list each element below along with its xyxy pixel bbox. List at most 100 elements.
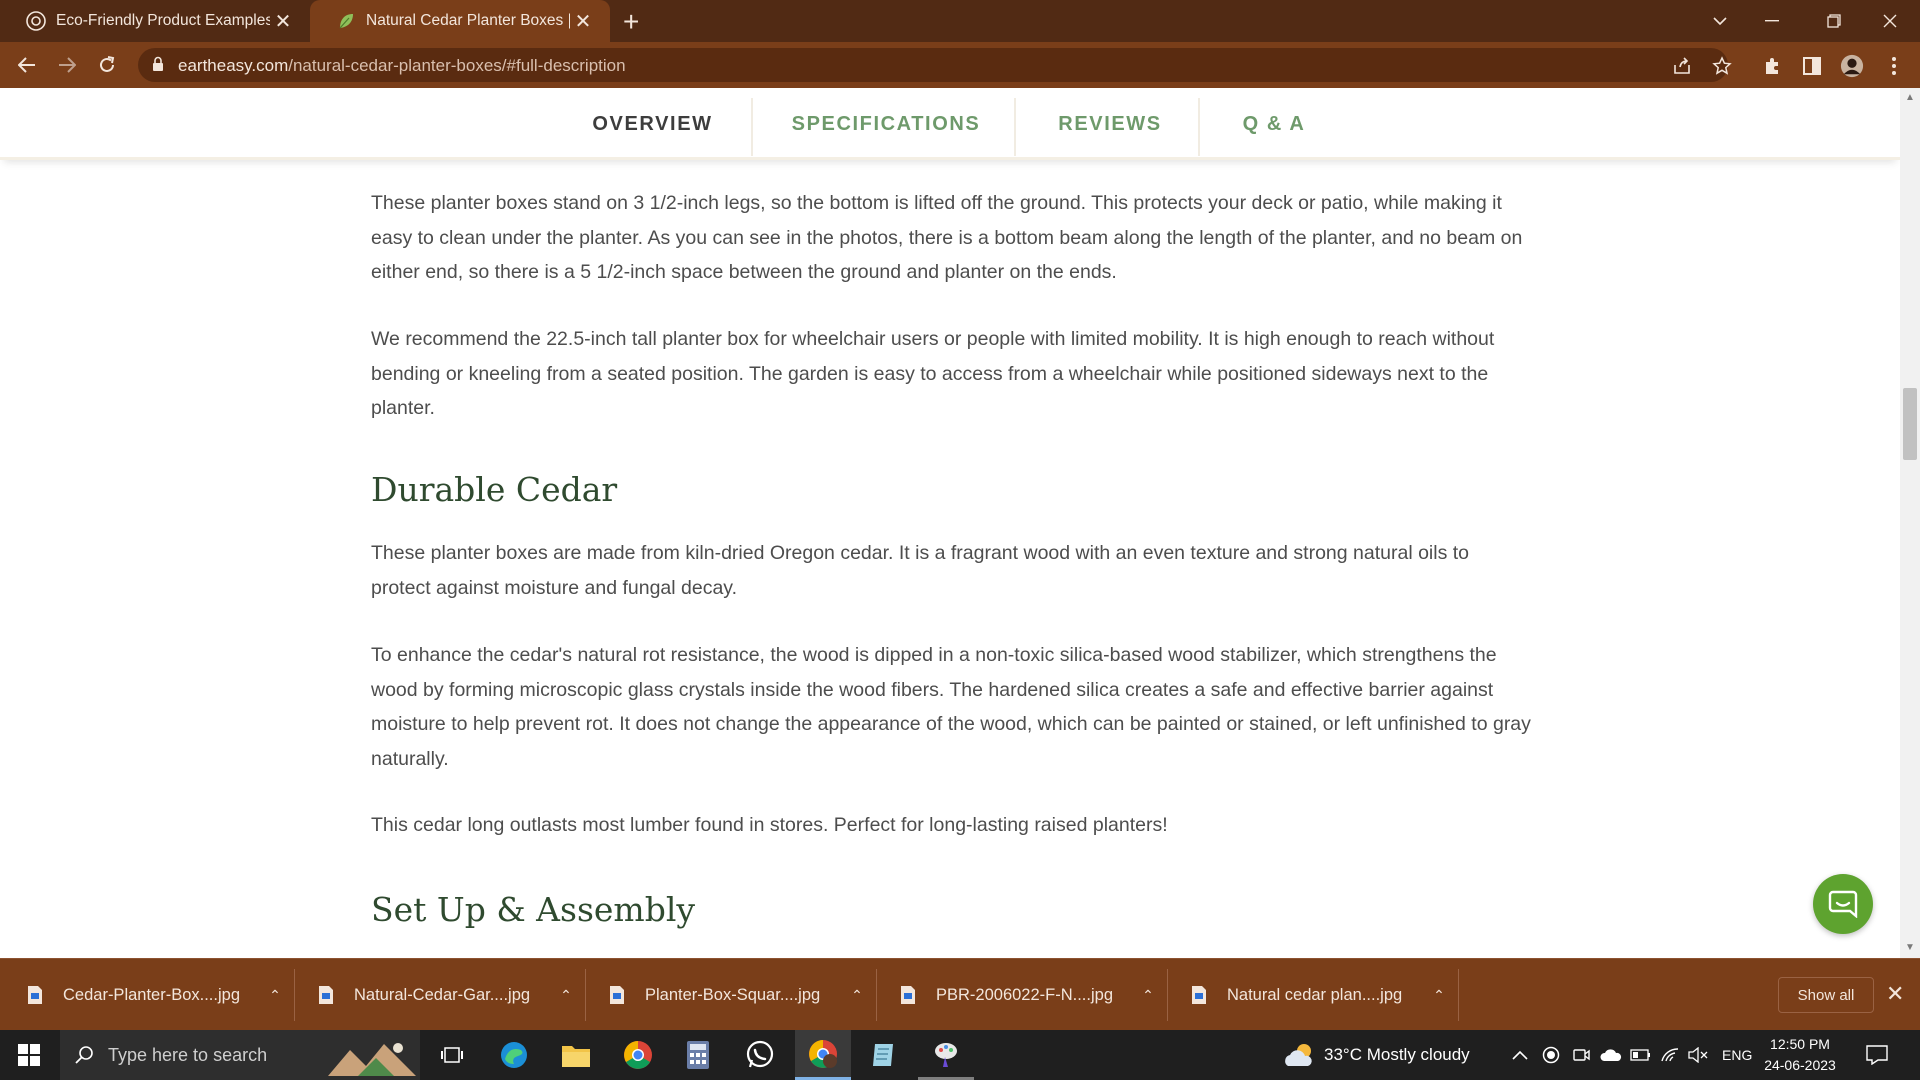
url-domain: eartheasy.com: [178, 56, 289, 75]
tab-overview[interactable]: OVERVIEW: [575, 88, 730, 160]
profile-avatar[interactable]: [1840, 54, 1864, 78]
chat-button[interactable]: [1813, 874, 1873, 934]
new-tab-button[interactable]: +: [623, 6, 639, 38]
scrollbar-thumb[interactable]: [1903, 388, 1917, 460]
description-paragraph: This cedar long outlasts most lumber fou…: [371, 814, 1168, 836]
download-filename: Planter-Box-Squar....jpg: [645, 985, 821, 1004]
description-paragraph: We recommend the 22.5-inch tall planter …: [371, 328, 1495, 419]
weather-text: 33°C Mostly cloudy: [1324, 1045, 1470, 1064]
side-panel-icon[interactable]: [1800, 54, 1824, 78]
chevron-up-icon[interactable]: ⌃: [1429, 987, 1449, 1004]
download-filename: PBR-2006022-F-N....jpg: [936, 985, 1113, 1004]
download-filename: Natural cedar plan....jpg: [1227, 985, 1403, 1004]
search-placeholder: Type here to search: [108, 1044, 268, 1065]
close-window-icon[interactable]: [1860, 0, 1920, 42]
address-bar[interactable]: eartheasy.com/natural-cedar-planter-boxe…: [138, 48, 1728, 82]
close-shelf-icon[interactable]: ✕: [1886, 981, 1904, 1007]
section-heading-setup-assembly: Set Up & Assembly: [371, 890, 696, 929]
minimize-icon[interactable]: [1742, 0, 1802, 42]
tab-divider: [1014, 98, 1016, 156]
description-paragraph: These planter boxes are made from kiln-d…: [371, 542, 1470, 599]
chatgpt-icon: [26, 11, 46, 31]
section-heading-durable-cedar: Durable Cedar: [371, 470, 618, 509]
language-indicator[interactable]: ENG: [1722, 1030, 1752, 1080]
chrome-icon[interactable]: [610, 1030, 666, 1080]
menu-kebab-icon[interactable]: [1882, 54, 1906, 78]
tab-q-and-a[interactable]: Q & A: [1218, 88, 1330, 160]
calculator-icon[interactable]: [670, 1030, 726, 1080]
tab-specifications[interactable]: SPECIFICATIONS: [770, 88, 1002, 160]
browser-tab-eco-friendly[interactable]: Eco-Friendly Product Examples ✕: [0, 0, 310, 42]
file-icon: [610, 986, 624, 1004]
download-filename: Natural-Cedar-Gar....jpg: [354, 985, 531, 1004]
show-all-downloads-button[interactable]: Show all: [1778, 977, 1874, 1013]
share-icon[interactable]: [1670, 54, 1694, 78]
record-icon[interactable]: [1542, 1030, 1560, 1080]
forward-icon[interactable]: [52, 50, 82, 80]
edge-icon[interactable]: [486, 1030, 542, 1080]
windows-taskbar: Type here to search 33°C Mostly cloudy E…: [0, 1030, 1920, 1080]
chevron-up-icon[interactable]: ⌃: [847, 987, 867, 1004]
show-hidden-icons-chevron-icon[interactable]: [1512, 1030, 1528, 1080]
battery-icon[interactable]: [1630, 1030, 1652, 1080]
search-icon: [75, 1046, 93, 1064]
description-paragraph: These planter boxes stand on 3 1/2-inch …: [371, 192, 1523, 283]
notepad-app-icon[interactable]: [856, 1030, 912, 1080]
chevron-up-icon[interactable]: ⌃: [265, 987, 285, 1004]
browser-toolbar: eartheasy.com/natural-cedar-planter-boxe…: [0, 42, 1920, 88]
browser-tab-strip: Eco-Friendly Product Examples ✕ Natural …: [0, 0, 1920, 42]
whatsapp-icon[interactable]: [732, 1030, 788, 1080]
clock-date: 24-06-2023: [1764, 1057, 1836, 1073]
wifi-icon[interactable]: [1660, 1030, 1680, 1080]
chrome-profile-icon[interactable]: [795, 1030, 851, 1080]
chevron-up-icon[interactable]: ⌃: [556, 987, 576, 1004]
taskbar-search-box[interactable]: Type here to search: [60, 1030, 420, 1080]
file-explorer-icon[interactable]: [548, 1030, 604, 1080]
scroll-up-arrow-icon[interactable]: ▲: [1905, 92, 1915, 103]
cloudy-weather-icon: [1285, 1044, 1312, 1066]
tab-search-icon[interactable]: [1690, 0, 1750, 42]
meet-now-icon[interactable]: [1572, 1030, 1590, 1080]
download-item[interactable]: PBR-2006022-F-N....jpg ⌃: [873, 959, 1158, 1031]
browser-tab-natural-cedar[interactable]: Natural Cedar Planter Boxes | Ear ✕: [310, 0, 610, 42]
download-item[interactable]: Cedar-Planter-Box....jpg ⌃: [0, 959, 285, 1031]
back-icon[interactable]: [12, 50, 42, 80]
url-text[interactable]: eartheasy.com/natural-cedar-planter-boxe…: [178, 56, 626, 76]
close-tab-icon[interactable]: ✕: [270, 9, 296, 34]
close-tab-icon[interactable]: ✕: [570, 9, 596, 34]
tab-reviews[interactable]: REVIEWS: [1040, 88, 1180, 160]
page-scrollbar[interactable]: ▲ ▼: [1900, 88, 1920, 958]
onedrive-cloud-icon[interactable]: [1600, 1030, 1622, 1080]
scroll-down-arrow-icon[interactable]: ▼: [1905, 942, 1915, 953]
download-shelf: Cedar-Planter-Box....jpg ⌃ Natural-Cedar…: [0, 958, 1920, 1030]
download-item[interactable]: Natural-Cedar-Gar....jpg ⌃: [291, 959, 576, 1031]
bookmark-star-icon[interactable]: [1710, 54, 1734, 78]
url-path: /natural-cedar-planter-boxes/#full-descr…: [288, 56, 626, 75]
download-item[interactable]: Planter-Box-Squar....jpg ⌃: [582, 959, 867, 1031]
leaf-icon: [339, 14, 353, 29]
task-view-icon[interactable]: [424, 1030, 480, 1080]
file-icon: [901, 986, 915, 1004]
file-icon: [28, 986, 42, 1004]
clock[interactable]: 12:50 PM 24-06-2023: [1762, 1034, 1838, 1076]
search-highlight-illustration-icon: [328, 1043, 416, 1076]
description-paragraph: To enhance the cedar's natural rot resis…: [371, 644, 1531, 770]
extensions-icon[interactable]: [1760, 54, 1784, 78]
chevron-up-icon[interactable]: ⌃: [1138, 987, 1158, 1004]
notifications-icon[interactable]: [1866, 1030, 1888, 1080]
divider: [1458, 969, 1459, 1021]
paint-app-icon[interactable]: [918, 1030, 974, 1080]
tab-title: Eco-Friendly Product Examples: [56, 12, 270, 29]
tab-title: Natural Cedar Planter Boxes | Ear: [366, 12, 570, 29]
file-icon: [1192, 986, 1206, 1004]
weather-widget[interactable]: 33°C Mostly cloudy: [1282, 1030, 1470, 1080]
download-filename: Cedar-Planter-Box....jpg: [63, 985, 240, 1004]
restore-icon[interactable]: [1804, 0, 1864, 42]
speaker-muted-icon[interactable]: [1688, 1030, 1710, 1080]
reload-icon[interactable]: [92, 50, 122, 80]
windows-start-icon[interactable]: [18, 1044, 40, 1066]
download-item[interactable]: Natural cedar plan....jpg ⌃: [1164, 959, 1449, 1031]
tab-divider: [1198, 98, 1200, 156]
lock-icon[interactable]: [152, 56, 164, 72]
tab-divider: [751, 98, 753, 156]
